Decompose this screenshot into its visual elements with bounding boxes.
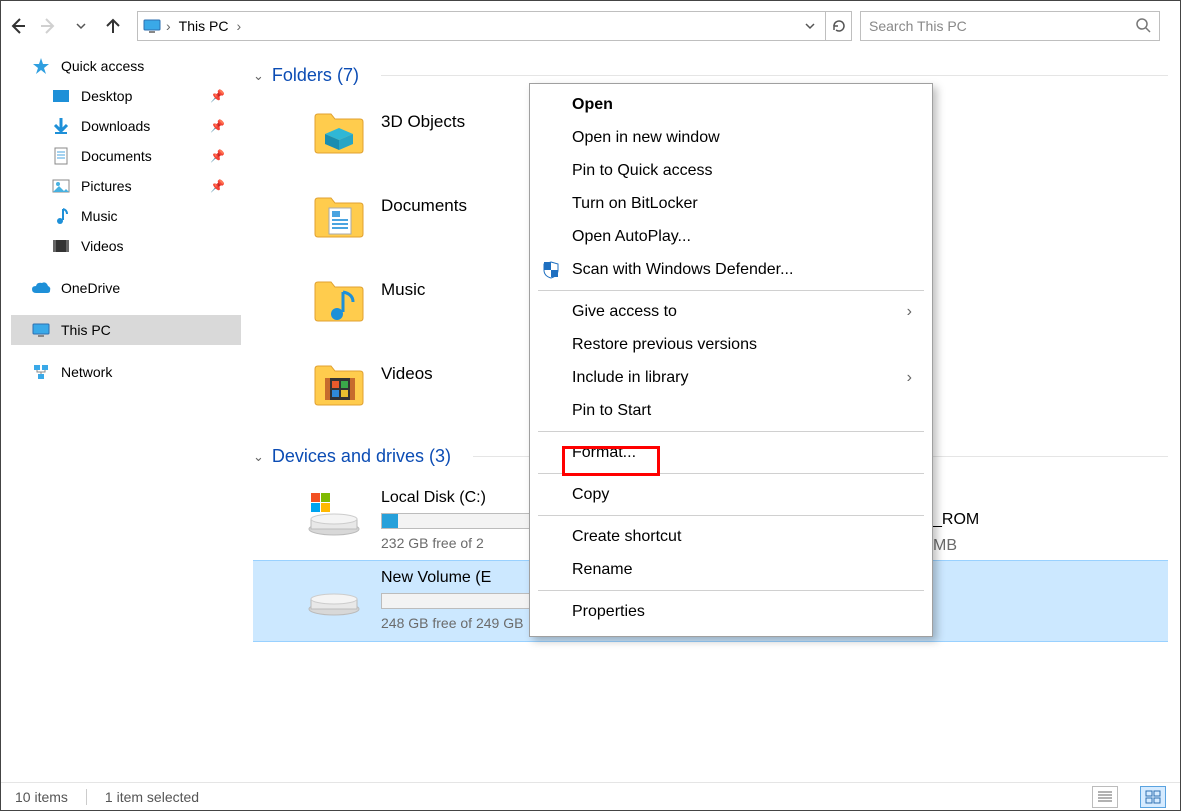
tree-videos[interactable]: Videos: [11, 231, 241, 261]
ctx-bitlocker[interactable]: Turn on BitLocker: [530, 187, 932, 220]
defender-shield-icon: [540, 261, 562, 279]
address-dropdown-icon[interactable]: [799, 21, 821, 31]
submenu-arrow-icon: ›: [907, 369, 912, 387]
music-icon: [51, 207, 71, 225]
ctx-pin-start[interactable]: Pin to Start: [530, 394, 932, 427]
tree-onedrive[interactable]: OneDrive: [11, 273, 241, 303]
tree-this-pc[interactable]: This PC: [11, 315, 241, 345]
view-tiles-button[interactable]: [1140, 786, 1166, 808]
group-count: (7): [337, 65, 359, 85]
tree-item-label: Quick access: [61, 58, 144, 74]
up-button[interactable]: [97, 11, 129, 41]
ctx-copy[interactable]: Copy: [530, 478, 932, 511]
ctx-separator: [538, 590, 924, 591]
videos-icon: [51, 237, 71, 255]
tree-item-label: This PC: [61, 322, 111, 338]
drive-icon: [303, 567, 365, 619]
forward-button[interactable]: [33, 11, 65, 41]
tree-documents[interactable]: Documents 📌: [11, 141, 241, 171]
status-bar: 10 items 1 item selected: [1, 782, 1180, 810]
quick-access-icon: [31, 57, 51, 75]
drive-usage-bar: [381, 593, 541, 609]
group-label: Folders: [272, 65, 332, 85]
refresh-button[interactable]: [826, 11, 852, 41]
tree-item-label: Documents: [81, 148, 152, 164]
network-icon: [31, 363, 51, 381]
folder-icon: [313, 106, 365, 158]
status-selected-count: 1 item selected: [105, 789, 199, 805]
group-label: Devices and drives: [272, 446, 424, 466]
documents-icon: [51, 147, 71, 165]
tree-item-label: Videos: [81, 238, 124, 254]
context-menu: Open Open in new window Pin to Quick acc…: [529, 83, 933, 637]
tree-item-label: Downloads: [81, 118, 150, 134]
ctx-give-access[interactable]: Give access to›: [530, 295, 932, 328]
ctx-rename[interactable]: Rename: [530, 553, 932, 586]
tree-pictures[interactable]: Pictures 📌: [11, 171, 241, 201]
tree-quick-access[interactable]: Quick access: [11, 51, 241, 81]
ctx-include-library[interactable]: Include in library›: [530, 361, 932, 394]
ctx-properties[interactable]: Properties: [530, 595, 932, 628]
breadcrumb-separator-icon[interactable]: ›: [232, 18, 245, 34]
drive-usage-bar: [381, 513, 541, 529]
ctx-autoplay[interactable]: Open AutoPlay...: [530, 220, 932, 253]
breadcrumb-separator-icon[interactable]: ›: [162, 18, 175, 34]
search-input[interactable]: Search This PC: [860, 11, 1160, 41]
tree-item-label: Network: [61, 364, 112, 380]
this-pc-icon: [31, 321, 51, 339]
tree-item-label: Music: [81, 208, 118, 224]
folder-icon: [313, 358, 365, 410]
tree-item-label: Desktop: [81, 88, 132, 104]
folder-icon: [313, 190, 365, 242]
tree-desktop[interactable]: Desktop 📌: [11, 81, 241, 111]
search-placeholder: Search This PC: [869, 18, 967, 34]
downloads-icon: [51, 117, 71, 135]
pin-icon: 📌: [210, 119, 225, 133]
pin-icon: 📌: [210, 149, 225, 163]
recent-locations-dropdown[interactable]: [65, 11, 97, 41]
drive-os-icon: [303, 487, 365, 539]
pin-icon: 📌: [210, 89, 225, 103]
search-icon: [1135, 17, 1151, 36]
ctx-separator: [538, 515, 924, 516]
tree-network[interactable]: Network: [11, 357, 241, 387]
ctx-separator: [538, 290, 924, 291]
onedrive-icon: [31, 279, 51, 297]
back-button[interactable]: [1, 11, 33, 41]
ctx-separator: [538, 473, 924, 474]
ctx-format[interactable]: Format...: [530, 436, 932, 469]
ctx-defender[interactable]: Scan with Windows Defender...: [530, 253, 932, 286]
ctx-open-new-window[interactable]: Open in new window: [530, 121, 932, 154]
obscured-drive-text: _ROM MB: [933, 507, 979, 559]
folder-icon: [313, 274, 365, 326]
ctx-pin-quick-access[interactable]: Pin to Quick access: [530, 154, 932, 187]
ctx-separator: [538, 431, 924, 432]
tree-item-label: Pictures: [81, 178, 132, 194]
navigation-tree: Quick access Desktop 📌 Downloads 📌 Docum…: [11, 51, 241, 387]
breadcrumb-this-pc[interactable]: This PC: [175, 18, 233, 34]
tree-music[interactable]: Music: [11, 201, 241, 231]
ctx-restore-versions[interactable]: Restore previous versions: [530, 328, 932, 361]
status-item-count: 10 items: [15, 789, 68, 805]
chevron-down-icon: ⌄: [253, 68, 264, 84]
ctx-open[interactable]: Open: [530, 88, 932, 121]
pictures-icon: [51, 177, 71, 195]
group-count: (3): [429, 446, 451, 466]
address-bar[interactable]: › This PC ›: [137, 11, 826, 41]
pin-icon: 📌: [210, 179, 225, 193]
tree-item-label: OneDrive: [61, 280, 120, 296]
chevron-down-icon: ⌄: [253, 449, 264, 465]
this-pc-icon: [142, 17, 162, 35]
desktop-icon: [51, 87, 71, 105]
view-details-button[interactable]: [1092, 786, 1118, 808]
submenu-arrow-icon: ›: [907, 303, 912, 321]
tree-downloads[interactable]: Downloads 📌: [11, 111, 241, 141]
ctx-create-shortcut[interactable]: Create shortcut: [530, 520, 932, 553]
